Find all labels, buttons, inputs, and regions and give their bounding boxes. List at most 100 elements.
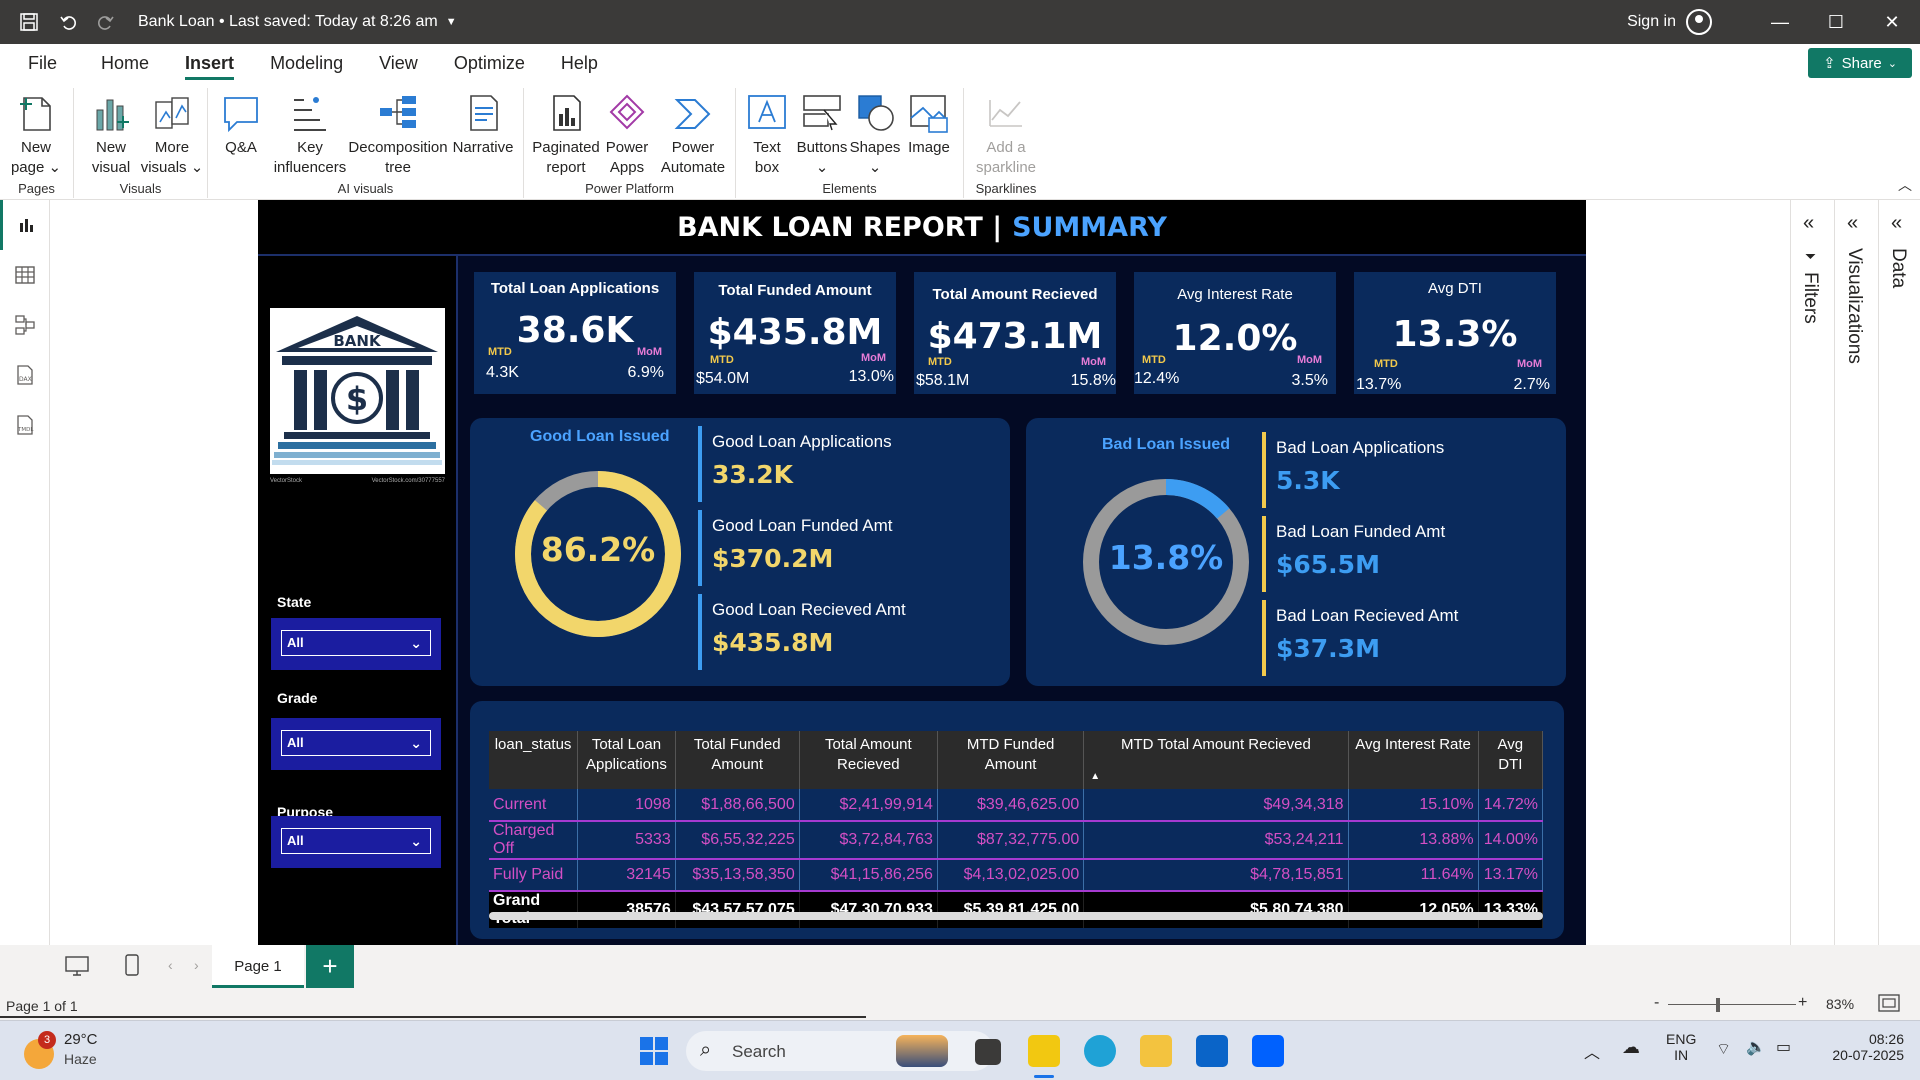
table-row[interactable]: Fully Paid 32145 $35,13,58,350 $41,15,86…: [489, 859, 1544, 892]
dax-query-view-icon[interactable]: DAX: [0, 350, 50, 400]
task-view-icon[interactable]: [975, 1039, 1001, 1065]
model-view-icon[interactable]: [0, 300, 50, 350]
power-bi-taskbar-icon[interactable]: [1028, 1035, 1060, 1067]
menu-optimize[interactable]: Optimize: [436, 44, 543, 82]
table-row[interactable]: Charged Off 5333 $6,55,32,225 $3,72,84,7…: [489, 821, 1544, 860]
kpi-card-avg-dti[interactable]: Avg DTI 13.3% MTD 13.7% MoM 2.7%: [1354, 272, 1556, 394]
column-header[interactable]: Total Loan Applications: [577, 731, 676, 789]
maximize-icon[interactable]: ☐: [1808, 0, 1864, 44]
column-header[interactable]: Avg Interest Rate: [1348, 731, 1479, 789]
expand-visualizations-icon[interactable]: «: [1847, 212, 1858, 235]
zoom-slider[interactable]: [1668, 1004, 1796, 1005]
new-page-button[interactable]: New page ⌄: [4, 92, 68, 178]
kpi-mom-value: 2.7%: [1513, 376, 1550, 393]
menu-file[interactable]: File: [0, 44, 75, 82]
taskbar-search[interactable]: ⌕ Search: [686, 1031, 994, 1071]
shapes-button[interactable]: Shapes ⌄: [848, 92, 902, 178]
file-explorer-icon[interactable]: [1140, 1035, 1172, 1067]
loan-status-table[interactable]: loan_status Total Loan Applications Tota…: [489, 731, 1544, 928]
menu-insert[interactable]: Insert: [167, 44, 252, 82]
battery-icon[interactable]: ▭: [1776, 1037, 1791, 1057]
state-dropdown[interactable]: All ⌄: [281, 630, 431, 656]
wifi-icon[interactable]: ⌔: [1716, 1039, 1731, 1059]
document-title[interactable]: Bank Loan • Last saved: Today at 8:26 am…: [138, 13, 457, 31]
decomposition-tree-button[interactable]: Decomposition tree: [346, 92, 450, 178]
kpi-card-total-amount-recieved[interactable]: Total Amount Recieved $473.1M MTD $58.1M…: [914, 272, 1116, 394]
tmdl-view-icon[interactable]: TMDL: [0, 400, 50, 450]
outlook-icon[interactable]: [1196, 1035, 1228, 1067]
text-box-button[interactable]: Text box: [744, 92, 790, 178]
menu-help[interactable]: Help: [543, 44, 616, 82]
zoom-in-button[interactable]: +: [1798, 994, 1807, 1012]
desktop-layout-icon[interactable]: [64, 955, 90, 982]
menu-home[interactable]: Home: [83, 44, 167, 82]
volume-icon[interactable]: 🔈: [1746, 1037, 1766, 1057]
image-button[interactable]: Image: [902, 92, 956, 158]
more-visuals-button[interactable]: More visuals ⌄: [140, 92, 204, 178]
grade-dropdown[interactable]: All ⌄: [281, 730, 431, 756]
chevron-up-icon[interactable]: ︿: [1584, 1039, 1600, 1063]
previous-page-icon[interactable]: ‹: [168, 957, 173, 973]
visualizations-pane[interactable]: « Visualizations: [1834, 200, 1878, 945]
column-header[interactable]: Total Amount Recieved: [799, 731, 938, 789]
cloud-offline-icon[interactable]: ☁: [1622, 1037, 1640, 1058]
language-indicator[interactable]: ENG IN: [1666, 1031, 1696, 1063]
kpi-mtd-label: MTD: [928, 356, 952, 368]
dropbox-icon[interactable]: [1252, 1035, 1284, 1067]
menu-modeling[interactable]: Modeling: [252, 44, 361, 82]
table-horizontal-scrollbar[interactable]: [489, 912, 1543, 920]
next-page-icon[interactable]: ›: [194, 957, 199, 973]
save-icon[interactable]: [18, 11, 40, 33]
weather-temp[interactable]: 29°C: [64, 1031, 98, 1048]
add-sparkline-button[interactable]: Add a sparkline: [968, 92, 1044, 178]
power-apps-button[interactable]: Power Apps: [600, 92, 654, 178]
kpi-card-avg-interest-rate[interactable]: Avg Interest Rate 12.0% MTD 12.4% MoM 3.…: [1134, 272, 1336, 394]
sign-in-link[interactable]: Sign in: [1627, 13, 1676, 31]
redo-icon[interactable]: [94, 11, 116, 33]
expand-filters-icon[interactable]: «: [1803, 212, 1814, 235]
power-automate-button[interactable]: Power Automate: [654, 92, 732, 178]
windows-start-icon[interactable]: [640, 1037, 668, 1070]
stat-label: Good Loan Applications: [712, 432, 892, 451]
filters-pane[interactable]: « ⏷ Filters: [1790, 200, 1834, 945]
add-page-button[interactable]: +: [306, 945, 354, 988]
data-pane[interactable]: « Data: [1878, 200, 1920, 945]
new-visual-button[interactable]: New visual: [82, 92, 140, 178]
zoom-slider-thumb[interactable]: [1716, 998, 1720, 1012]
column-header[interactable]: loan_status: [489, 731, 579, 789]
buttons-label: Buttons: [796, 139, 848, 156]
column-header[interactable]: Avg DTI: [1478, 731, 1544, 789]
table-row[interactable]: Current 1098 $1,88,66,500 $2,41,99,914 $…: [489, 789, 1544, 822]
buttons-button[interactable]: Buttons ⌄: [792, 92, 852, 178]
undo-icon[interactable]: [58, 11, 80, 33]
collapse-ribbon-icon[interactable]: ︿: [1898, 175, 1912, 195]
shapes-label: Shapes: [849, 139, 901, 156]
qa-button[interactable]: Q&A: [218, 92, 264, 158]
share-button[interactable]: ⇪ Share ⌄: [1808, 48, 1912, 78]
paginated-report-button[interactable]: Paginated report: [532, 92, 600, 178]
kpi-card-total-funded-amount[interactable]: Total Funded Amount $435.8M MTD $54.0M M…: [694, 272, 896, 394]
table-view-icon[interactable]: [0, 250, 50, 300]
page-tab-1[interactable]: Page 1: [212, 945, 304, 988]
zoom-level[interactable]: 83%: [1826, 996, 1854, 1012]
mobile-layout-icon[interactable]: [124, 953, 140, 982]
minimize-icon[interactable]: —: [1752, 0, 1808, 44]
fit-to-page-icon[interactable]: [1878, 994, 1900, 1015]
purpose-dropdown[interactable]: All ⌄: [281, 828, 431, 854]
clock[interactable]: 08:26 20-07-2025: [1832, 1031, 1904, 1063]
narrative-button[interactable]: Narrative: [448, 92, 518, 158]
column-header-sorted[interactable]: MTD Total Amount Recieved ▲: [1083, 731, 1349, 789]
edge-icon[interactable]: [1084, 1035, 1116, 1067]
expand-data-icon[interactable]: «: [1891, 212, 1902, 235]
avatar-icon[interactable]: [1686, 9, 1712, 35]
kpi-card-total-loan-applications[interactable]: Total Loan Applications 38.6K MTD 4.3K M…: [474, 272, 676, 394]
close-icon[interactable]: ✕: [1864, 0, 1920, 44]
sparkline-icon: [989, 100, 1022, 127]
menu-view[interactable]: View: [361, 44, 436, 82]
zoom-out-button[interactable]: -: [1654, 994, 1659, 1012]
report-view-icon[interactable]: [0, 200, 50, 250]
table-total-row[interactable]: Grand Total 38576 $43,57,57,075 $47,30,7…: [489, 891, 1544, 928]
column-header[interactable]: Total Funded Amount: [675, 731, 800, 789]
key-influencers-button[interactable]: Key influencers: [270, 92, 350, 178]
column-header[interactable]: MTD Funded Amount: [937, 731, 1085, 789]
